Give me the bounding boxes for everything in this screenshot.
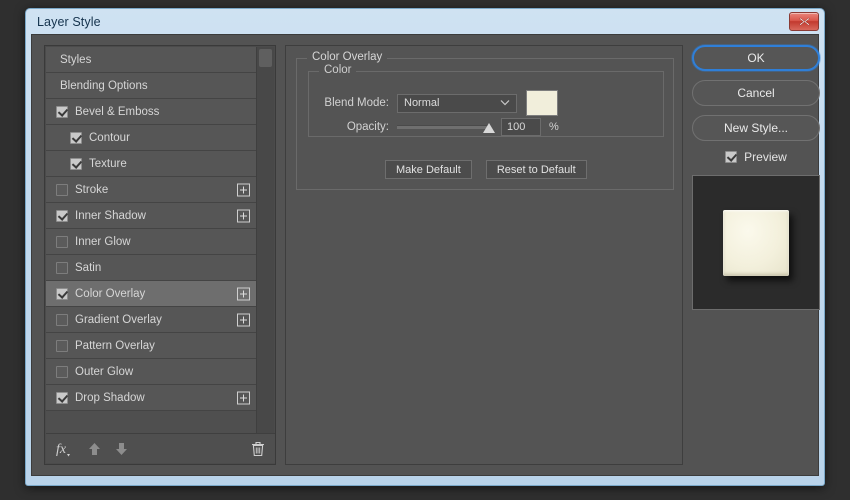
cancel-button[interactable]: Cancel [692, 80, 820, 106]
opacity-row: Opacity: 100 % [309, 118, 663, 136]
style-row-inner-glow[interactable]: Inner Glow [46, 229, 258, 255]
svg-text:fx: fx [56, 442, 67, 457]
blend-mode-select[interactable]: Normal [397, 94, 517, 113]
add-effect-plus-icon[interactable] [237, 183, 250, 196]
style-row-drop-shadow[interactable]: Drop Shadow [46, 385, 258, 411]
style-row-styles[interactable]: Styles [46, 47, 258, 73]
style-row-label: Outer Glow [75, 366, 133, 378]
style-row-contour[interactable]: Contour [46, 125, 258, 151]
blend-mode-value: Normal [404, 97, 439, 109]
blend-mode-label: Blend Mode: [309, 97, 397, 109]
style-row-label: Contour [89, 132, 130, 144]
style-row-bevel-emboss[interactable]: Bevel & Emboss [46, 99, 258, 125]
color-swatch[interactable] [526, 90, 558, 116]
new-style-button[interactable]: New Style... [692, 115, 820, 141]
style-row-satin[interactable]: Satin [46, 255, 258, 281]
style-row-label: Gradient Overlay [75, 314, 162, 326]
style-row-label: Stroke [75, 184, 108, 196]
style-row-label: Texture [89, 158, 127, 170]
checkbox-color-overlay[interactable] [56, 288, 68, 300]
actions-pane: OK Cancel New Style... Preview [692, 45, 812, 465]
scrollbar-thumb[interactable] [259, 49, 272, 67]
checkbox-stroke[interactable] [56, 184, 68, 196]
desktop-background: Layer Style Styles Blending Options [0, 0, 850, 500]
list-empty-area [46, 411, 258, 434]
fx-icon[interactable]: fx [56, 441, 74, 457]
style-row-color-overlay[interactable]: Color Overlay [46, 281, 258, 307]
style-row-label: Blending Options [60, 80, 148, 92]
checkbox-drop-shadow[interactable] [56, 392, 68, 404]
opacity-slider-thumb[interactable] [483, 123, 495, 133]
checkbox-inner-glow[interactable] [56, 236, 68, 248]
checkbox-satin[interactable] [56, 262, 68, 274]
arrow-down-icon[interactable] [115, 442, 128, 456]
styles-pane: Styles Blending Options Bevel & Emboss C… [44, 45, 276, 465]
checkbox-contour[interactable] [70, 132, 82, 144]
style-row-gradient-overlay[interactable]: Gradient Overlay [46, 307, 258, 333]
settings-pane: Color Overlay Color Blend Mode: Normal [285, 45, 683, 465]
checkbox-bevel-emboss[interactable] [56, 106, 68, 118]
default-buttons-row: Make Default Reset to Default [385, 160, 587, 179]
chevron-down-icon [500, 97, 510, 109]
opacity-value: 100 [507, 121, 525, 133]
style-row-pattern-overlay[interactable]: Pattern Overlay [46, 333, 258, 359]
trash-icon[interactable] [251, 441, 265, 457]
reset-to-default-button[interactable]: Reset to Default [486, 160, 587, 179]
checkbox-inner-shadow[interactable] [56, 210, 68, 222]
color-group: Color Blend Mode: Normal [308, 71, 664, 137]
dialog-body: Styles Blending Options Bevel & Emboss C… [31, 34, 819, 476]
style-row-label: Inner Shadow [75, 210, 146, 222]
style-row-label: Drop Shadow [75, 392, 145, 404]
checkbox-pattern-overlay[interactable] [56, 340, 68, 352]
preview-label: Preview [744, 150, 787, 164]
add-effect-plus-icon[interactable] [237, 287, 250, 300]
color-overlay-group-title: Color Overlay [307, 51, 387, 63]
styles-list-scrollbar[interactable] [256, 47, 274, 434]
checkbox-texture[interactable] [70, 158, 82, 170]
style-row-inner-shadow[interactable]: Inner Shadow [46, 203, 258, 229]
style-row-label: Satin [75, 262, 101, 274]
add-effect-plus-icon[interactable] [237, 313, 250, 326]
style-row-outer-glow[interactable]: Outer Glow [46, 359, 258, 385]
blend-mode-row: Blend Mode: Normal [309, 90, 663, 116]
close-icon[interactable] [789, 12, 819, 31]
checkbox-gradient-overlay[interactable] [56, 314, 68, 326]
make-default-button[interactable]: Make Default [385, 160, 472, 179]
preview-thumbnail [692, 175, 820, 310]
arrow-up-icon[interactable] [88, 442, 101, 456]
window-title: Layer Style [37, 15, 101, 29]
style-row-label: Styles [60, 54, 91, 66]
style-row-blending-options[interactable]: Blending Options [46, 73, 258, 99]
checkbox-preview[interactable] [725, 151, 737, 163]
preview-toggle[interactable]: Preview [692, 150, 820, 164]
add-effect-plus-icon[interactable] [237, 391, 250, 404]
color-overlay-group: Color Overlay Color Blend Mode: Normal [296, 58, 674, 190]
checkbox-outer-glow[interactable] [56, 366, 68, 378]
color-group-title: Color [319, 64, 356, 76]
title-bar: Layer Style [26, 9, 824, 34]
opacity-unit: % [549, 121, 559, 133]
opacity-input[interactable]: 100 [501, 118, 541, 136]
style-row-stroke[interactable]: Stroke [46, 177, 258, 203]
style-row-label: Bevel & Emboss [75, 106, 159, 118]
style-row-label: Inner Glow [75, 236, 131, 248]
opacity-slider[interactable] [397, 120, 489, 134]
opacity-slider-track [397, 125, 489, 129]
opacity-label: Opacity: [309, 121, 397, 133]
style-row-texture[interactable]: Texture [46, 151, 258, 177]
style-row-label: Pattern Overlay [75, 340, 155, 352]
ok-button[interactable]: OK [692, 45, 820, 71]
layer-style-window: Layer Style Styles Blending Options [25, 8, 825, 486]
styles-list[interactable]: Styles Blending Options Bevel & Emboss C… [46, 47, 258, 434]
styles-list-toolbar: fx [46, 433, 275, 463]
preview-shape [723, 210, 789, 276]
style-row-label: Color Overlay [75, 288, 145, 300]
add-effect-plus-icon[interactable] [237, 209, 250, 222]
